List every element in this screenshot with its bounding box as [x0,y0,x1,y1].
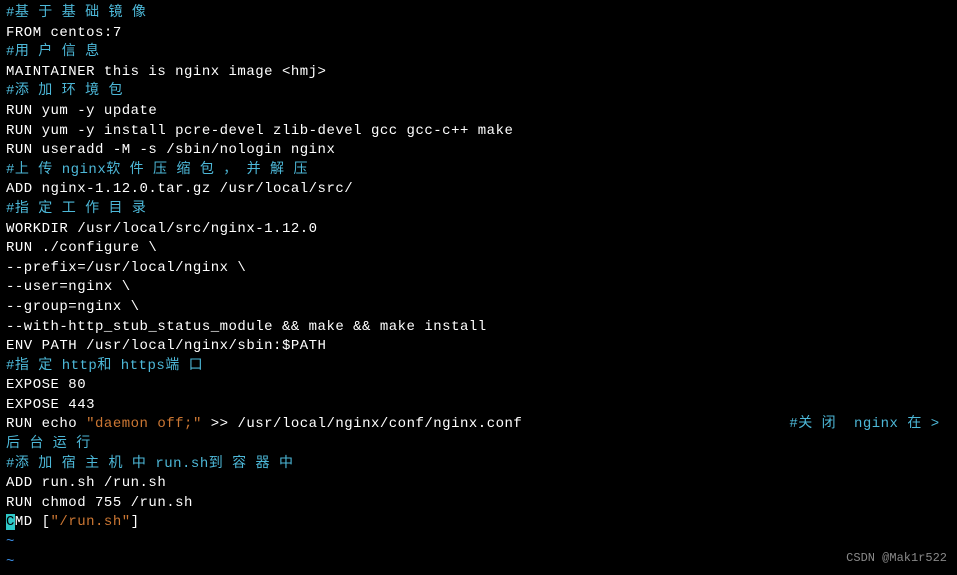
comment-inline: #关 闭 nginx 在 > [789,416,939,432]
string-literal: "/run.sh" [51,514,131,530]
terminal-editor[interactable]: #基 于 基 础 镜 像 FROM centos:7 #用 户 信 息 MAIN… [6,4,951,572]
dockerfile-cmd-close: ] [131,514,140,530]
dockerfile-run-cont: --prefix=/usr/local/nginx \ [6,260,246,276]
vim-tilde: ~ [6,534,15,550]
comment-line: #添 加 环 境 包 [6,83,123,99]
dockerfile-cmd: MD [ [15,514,51,530]
comment-line: #指 定 http和 https端 口 [6,358,203,374]
dockerfile-run-cont: --group=nginx \ [6,299,140,315]
dockerfile-run: RUN useradd -M -s /sbin/nologin nginx [6,142,335,158]
comment-line: 后 台 运 行 [6,436,91,452]
dockerfile-maintainer: MAINTAINER this is nginx image <hmj> [6,64,326,80]
dockerfile-add: ADD nginx-1.12.0.tar.gz /usr/local/src/ [6,181,353,197]
string-literal: "daemon off;" [86,416,202,432]
dockerfile-env: ENV PATH /usr/local/nginx/sbin:$PATH [6,338,326,354]
cursor: C [6,514,15,530]
comment-line: #指 定 工 作 目 录 [6,201,146,217]
dockerfile-from: FROM centos:7 [6,25,122,41]
vim-tilde: ~ [6,554,15,570]
dockerfile-add: ADD run.sh /run.sh [6,475,166,491]
dockerfile-workdir: WORKDIR /usr/local/src/nginx-1.12.0 [6,221,318,237]
watermark: CSDN @Mak1r522 [846,550,947,567]
dockerfile-run: RUN echo [6,416,86,432]
dockerfile-expose: EXPOSE 80 [6,377,86,393]
comment-line: #基 于 基 础 镜 像 [6,5,146,21]
dockerfile-run-cont: --with-http_stub_status_module && make &… [6,319,487,335]
comment-line: #添 加 宿 主 机 中 run.sh到 容 器 中 [6,456,293,472]
dockerfile-run: RUN ./configure \ [6,240,157,256]
dockerfile-run-cont: --user=nginx \ [6,279,131,295]
comment-line: #上 传 nginx软 件 压 缩 包 ， 并 解 压 [6,162,308,178]
dockerfile-run: RUN yum -y update [6,103,157,119]
dockerfile-run: RUN chmod 755 /run.sh [6,495,193,511]
comment-line: #用 户 信 息 [6,44,100,60]
dockerfile-run: RUN yum -y install pcre-devel zlib-devel… [6,123,513,139]
dockerfile-expose: EXPOSE 443 [6,397,95,413]
dockerfile-run-cont: >> /usr/local/nginx/conf/nginx.conf [202,416,522,432]
